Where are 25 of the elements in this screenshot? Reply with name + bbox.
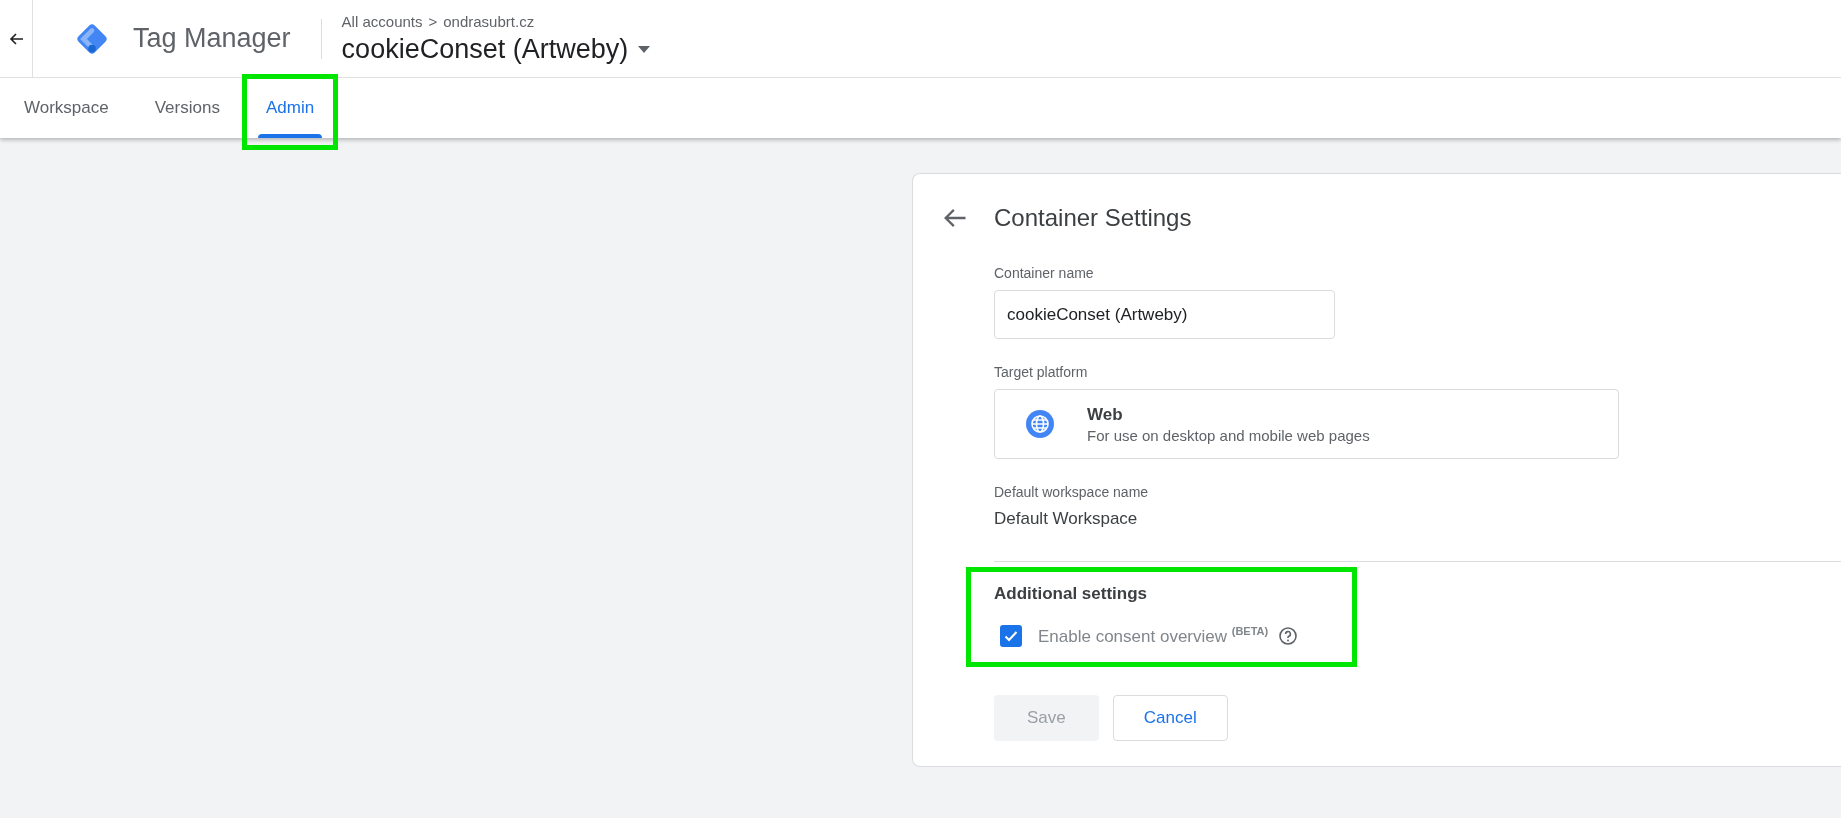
help-icon[interactable] xyxy=(1278,626,1299,646)
workspace-name: Default Workspace xyxy=(994,509,1139,529)
caret-icon xyxy=(638,45,651,53)
platform-option[interactable]: Web For use on desktop and mobile web pages xyxy=(994,389,1619,459)
field-label: Target platform xyxy=(994,364,1089,380)
field-label: Container name xyxy=(994,265,1095,281)
breadcrumb-separator: > xyxy=(428,12,438,30)
globe-icon xyxy=(1025,409,1055,439)
back-arrow-icon xyxy=(8,30,24,47)
container-selector[interactable]: cookieConset (Artweby) xyxy=(341,33,651,65)
breadcrumb-link[interactable]: All accounts xyxy=(341,12,423,30)
breadcrumb-link[interactable]: ondrasubrt.cz xyxy=(443,12,535,30)
tab[interactable]: Workspace xyxy=(4,78,129,138)
product-name: Tag Manager xyxy=(133,23,291,54)
field-label: Default workspace name xyxy=(994,484,1150,500)
container-name-field[interactable]: cookieConset (Artweby) xyxy=(994,290,1335,339)
section-title: Additional settings xyxy=(994,584,1148,604)
checkbox-label: Enable consent overview $^{(BETA)}$ xyxy=(1038,625,1269,647)
cancel-button[interactable]: Cancel xyxy=(1112,695,1228,741)
platform-name: Web xyxy=(1087,404,1124,425)
card-title: Container Settings xyxy=(994,204,1192,232)
tab[interactable]: Versions xyxy=(134,78,240,138)
platform-description: For use on desktop and mobile web pages xyxy=(1087,426,1370,444)
tab[interactable]: Admin xyxy=(245,78,335,138)
checkbox[interactable] xyxy=(1000,625,1022,647)
